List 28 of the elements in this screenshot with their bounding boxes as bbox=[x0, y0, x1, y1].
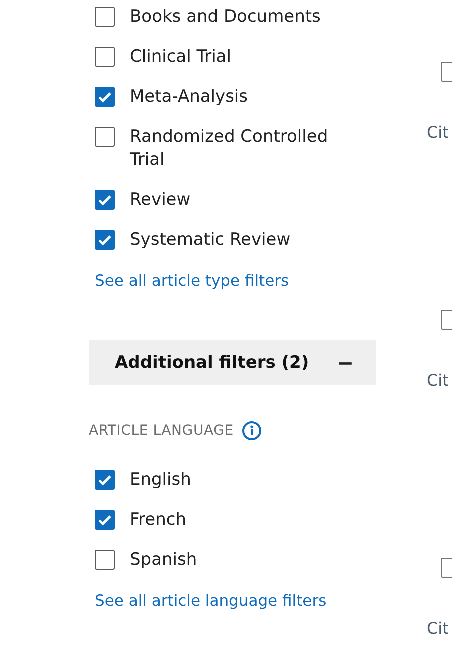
section-title: Additional filters (2) bbox=[115, 352, 310, 372]
checkbox-label: Review bbox=[130, 189, 192, 212]
info-icon[interactable] bbox=[242, 421, 262, 441]
cite-link[interactable]: Cit bbox=[427, 123, 449, 142]
see-all-link[interactable]: See all article language filters bbox=[89, 592, 376, 610]
checkbox[interactable] bbox=[95, 127, 115, 147]
checkbox-label: French bbox=[130, 509, 188, 532]
checkbox[interactable] bbox=[95, 7, 115, 27]
checkbox-label: Randomized Controlled Trial bbox=[130, 126, 330, 172]
filter-heading: ARTICLE LANGUAGE bbox=[89, 423, 234, 439]
checkbox-label: Spanish bbox=[130, 549, 198, 572]
checkbox[interactable] bbox=[95, 230, 115, 250]
checkbox[interactable] bbox=[95, 87, 115, 107]
checkbox[interactable] bbox=[95, 510, 115, 530]
checkbox[interactable] bbox=[95, 190, 115, 210]
checkbox-label: English bbox=[130, 469, 192, 492]
collapse-toggle[interactable]: − bbox=[337, 350, 354, 374]
cite-link[interactable]: Cit bbox=[427, 619, 449, 638]
additional-filters-header[interactable]: Additional filters (2) − bbox=[89, 340, 376, 385]
checkbox-label: Books and Documents bbox=[130, 6, 322, 29]
checkbox-label: Systematic Review bbox=[130, 229, 292, 252]
checkbox[interactable] bbox=[95, 470, 115, 490]
see-all-link[interactable]: See all article type filters bbox=[89, 272, 376, 290]
checkbox[interactable] bbox=[95, 550, 115, 570]
checkbox-label: Clinical Trial bbox=[130, 46, 232, 69]
cite-link[interactable]: Cit bbox=[427, 371, 449, 390]
checkbox[interactable] bbox=[95, 47, 115, 67]
checkbox-label: Meta-Analysis bbox=[130, 86, 250, 109]
